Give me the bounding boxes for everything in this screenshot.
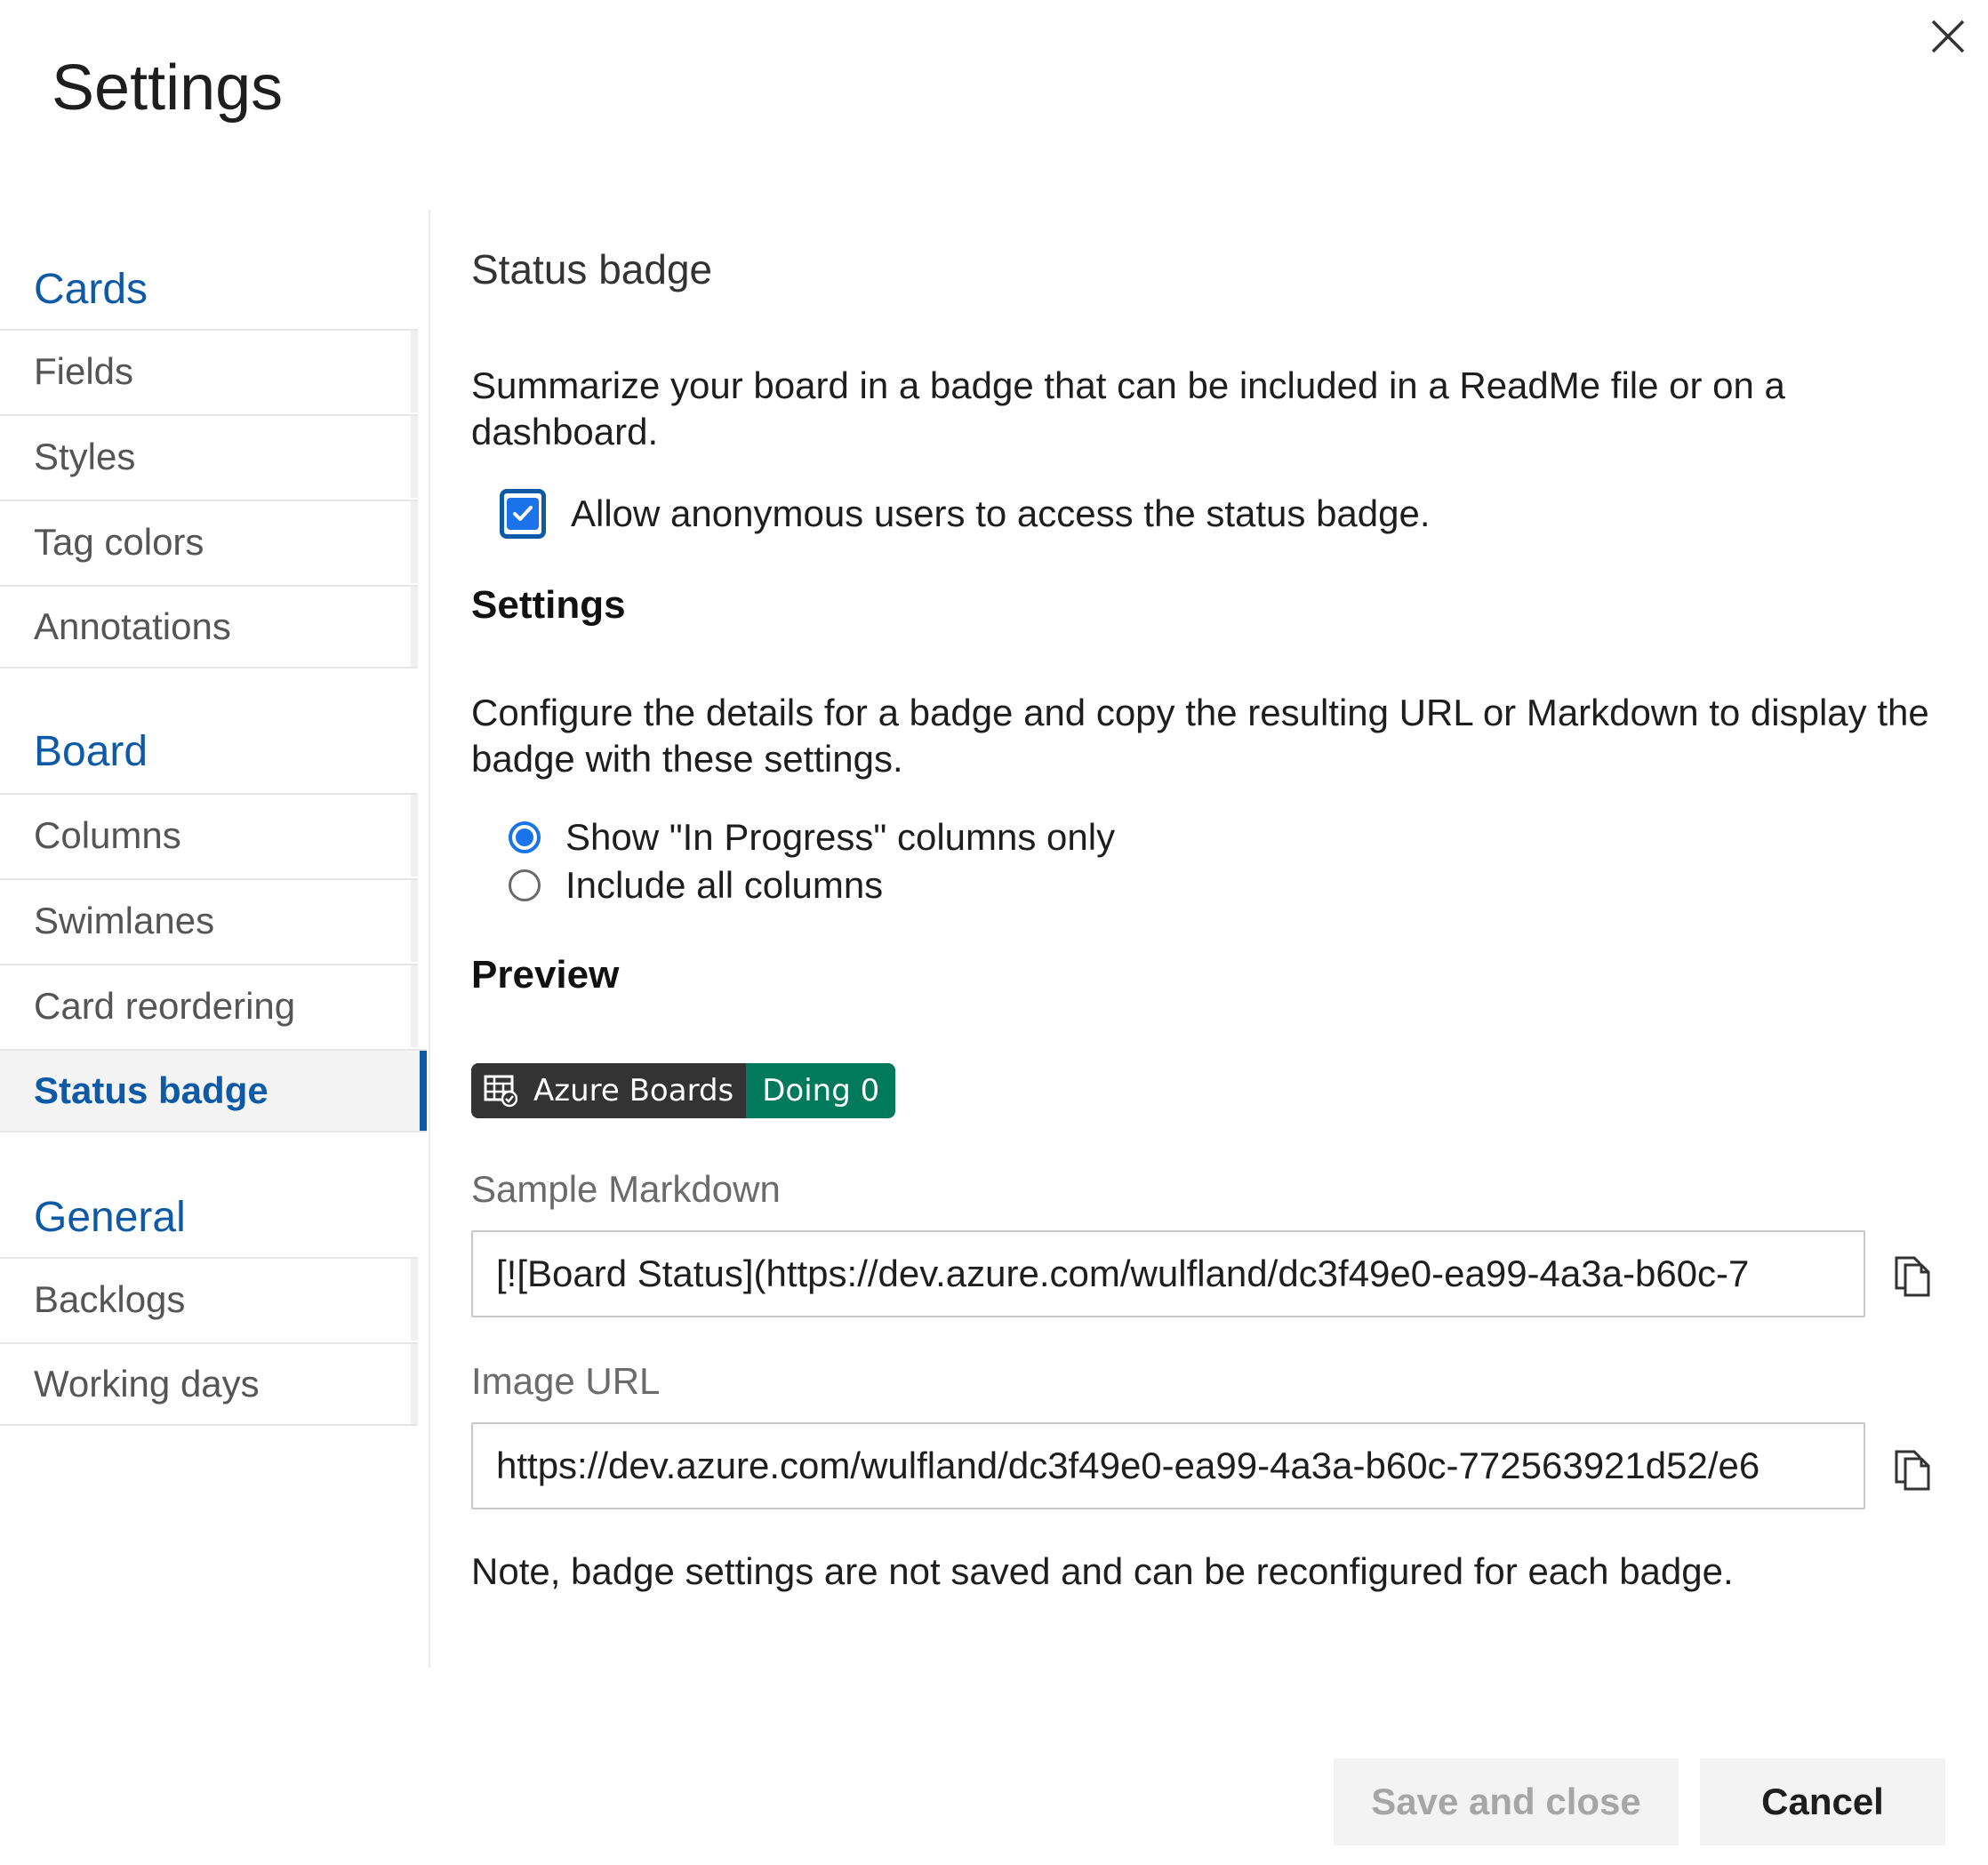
- sidebar-item-tag-colors[interactable]: Tag colors: [0, 500, 418, 583]
- status-badge-preview: Azure Boards Doing 0: [471, 1063, 896, 1118]
- copy-markdown-button[interactable]: [1885, 1248, 1940, 1303]
- save-and-close-button[interactable]: Save and close: [1334, 1758, 1679, 1845]
- settings-description: Configure the details for a badge and co…: [471, 692, 1929, 780]
- checkmark-icon: [513, 506, 533, 521]
- sidebar-item-backlogs[interactable]: Backlogs: [0, 1257, 418, 1341]
- badge-note: Note, badge settings are not saved and c…: [471, 1550, 1734, 1592]
- sidebar-item-fields[interactable]: Fields: [0, 329, 418, 412]
- cancel-button[interactable]: Cancel: [1700, 1758, 1945, 1845]
- radio-button[interactable]: [509, 869, 541, 901]
- section-title: Status badge: [471, 246, 713, 292]
- checkbox-box[interactable]: [500, 489, 546, 539]
- radio-button-selected[interactable]: [509, 821, 541, 853]
- sidebar-item-card-reordering[interactable]: Card reordering: [0, 964, 418, 1047]
- close-button[interactable]: [1920, 9, 1976, 64]
- dialog-title: Settings: [52, 52, 284, 124]
- badge-left-segment: Azure Boards: [471, 1063, 747, 1118]
- radio-in-progress-only[interactable]: Show "In Progress" columns only: [509, 816, 1115, 859]
- badge-right-segment: Doing 0: [746, 1063, 896, 1118]
- copy-image-url-button[interactable]: [1885, 1442, 1940, 1497]
- sample-markdown-label: Sample Markdown: [471, 1168, 781, 1210]
- close-icon: [1931, 20, 1965, 53]
- settings-heading: Settings: [471, 583, 626, 627]
- sidebar-item-styles[interactable]: Styles: [0, 414, 418, 498]
- sidebar-item-annotations[interactable]: Annotations: [0, 585, 418, 668]
- nav-group-board: Board: [34, 728, 148, 775]
- azure-boards-icon: [484, 1074, 517, 1108]
- preview-heading: Preview: [471, 953, 620, 997]
- badge-left-text: Azure Boards: [533, 1073, 734, 1109]
- sidebar-item-working-days[interactable]: Working days: [0, 1342, 418, 1426]
- sample-markdown-field[interactable]: [471, 1230, 1865, 1317]
- image-url-label: Image URL: [471, 1360, 661, 1402]
- sidebar-item-swimlanes[interactable]: Swimlanes: [0, 878, 418, 962]
- badge-right-text: Doing 0: [762, 1073, 880, 1109]
- settings-sidebar: Cards Fields Styles Tag colors Annotatio…: [0, 210, 430, 1668]
- radio-label: Show "In Progress" columns only: [565, 816, 1116, 858]
- image-url-field[interactable]: [471, 1422, 1865, 1509]
- checkbox-label: Allow anonymous users to access the stat…: [571, 492, 1431, 534]
- radio-include-all-columns[interactable]: Include all columns: [509, 864, 883, 907]
- radio-label: Include all columns: [565, 864, 884, 906]
- description-text: Summarize your board in a badge that can…: [471, 364, 1785, 452]
- nav-group-cards: Cards: [34, 266, 148, 313]
- sidebar-item-columns[interactable]: Columns: [0, 793, 418, 876]
- anonymous-access-checkbox[interactable]: Allow anonymous users to access the stat…: [500, 489, 1431, 539]
- sidebar-item-status-badge[interactable]: Status badge: [0, 1049, 427, 1133]
- copy-icon: [1895, 1256, 1930, 1297]
- copy-icon: [1895, 1450, 1930, 1491]
- nav-group-general: General: [34, 1194, 186, 1241]
